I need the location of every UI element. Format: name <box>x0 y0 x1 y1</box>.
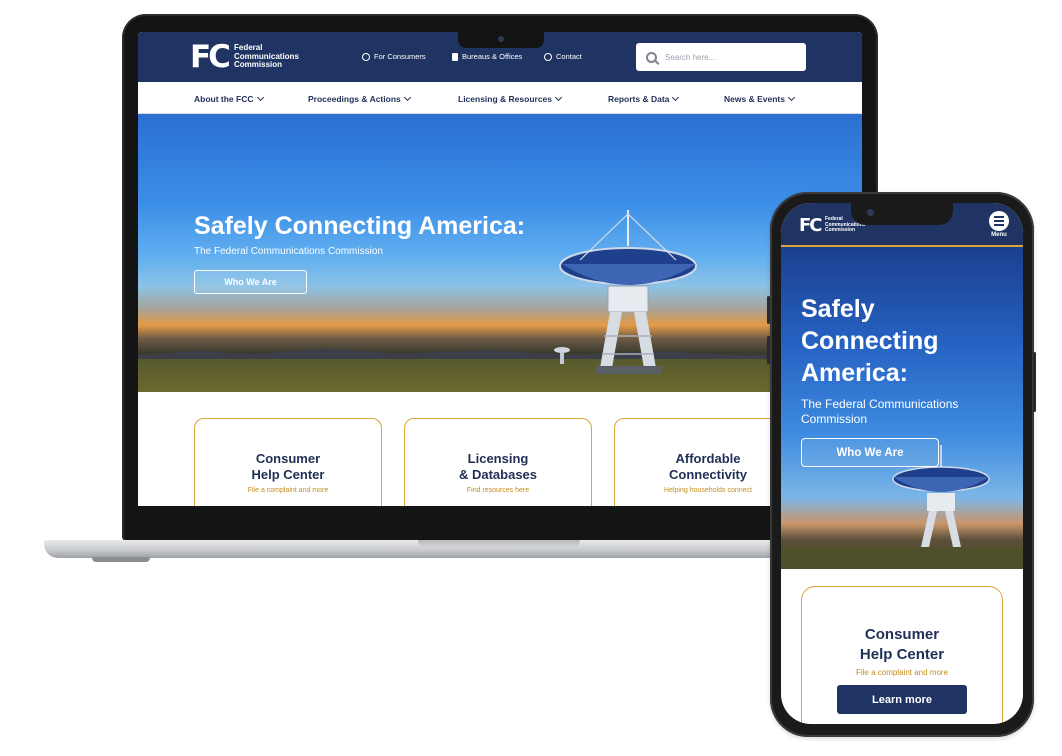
card-title: Help Center <box>251 467 325 482</box>
hero-ground <box>138 359 862 392</box>
search-box[interactable] <box>636 43 806 71</box>
card-title: & Databases <box>458 467 538 482</box>
hero-title-line: Safely <box>801 295 875 323</box>
chevron-down-icon <box>256 93 264 102</box>
util-link-label: Bureaus & Offices <box>462 52 523 61</box>
building-icon <box>452 52 458 61</box>
hero-title-line: America: <box>801 359 908 387</box>
question-circle-icon <box>544 52 552 61</box>
hero-title: Safely Connecting America: <box>194 212 526 240</box>
card-subtitle: File a complaint and more <box>855 668 949 677</box>
nav-item-proceedings[interactable]: Proceedings & Actions <box>308 93 411 104</box>
main-nav: About the FCC Proceedings & Actions Lice… <box>138 82 862 114</box>
chevron-down-icon <box>672 93 680 102</box>
nav-item-news[interactable]: News & Events <box>724 93 795 104</box>
laptop-screen: FC Federal Communications Commission For… <box>138 32 862 506</box>
card-licensing[interactable]: Licensing & Databases Find resources her… <box>404 418 592 506</box>
chevron-down-icon <box>554 93 563 102</box>
menu-label: Menu <box>991 232 1007 238</box>
phone-volume-button <box>767 296 770 324</box>
card-title: Help Center <box>859 646 945 663</box>
learn-more-button[interactable]: Learn more <box>837 685 967 714</box>
util-link-for-consumers[interactable]: For Consumers <box>362 52 426 61</box>
nav-label: About the FCC <box>194 94 254 104</box>
mobile-hero-ground <box>781 547 1023 569</box>
nav-label: Licensing & Resources <box>458 94 553 104</box>
nav-label: Proceedings & Actions <box>308 94 401 104</box>
card-title: Consumer <box>864 626 940 643</box>
chevron-down-icon <box>787 93 795 102</box>
nav-item-about[interactable]: About the FCC <box>194 93 264 104</box>
mobile-hero-banner: Safely Connecting America: The Federal C… <box>781 247 1023 569</box>
hero-banner: Safely Connecting America: The Federal C… <box>138 114 862 392</box>
small-telescope-image <box>554 347 570 364</box>
laptop-opening-notch <box>418 540 580 548</box>
card-title: Consumer <box>255 451 321 466</box>
logo-line: Commission <box>234 60 283 69</box>
phone-screen: FC Federal Communications Commission Men… <box>781 203 1023 724</box>
hero-title-line: Connecting <box>801 327 939 355</box>
radio-telescope-image <box>559 210 697 374</box>
nav-item-reports[interactable]: Reports & Data <box>608 93 680 104</box>
feature-cards: Consumer Help Center File a complaint an… <box>138 392 862 506</box>
mobile-card-consumer-help[interactable]: Consumer Help Center File a complaint an… <box>801 586 1003 724</box>
nav-item-licensing[interactable]: Licensing & Resources <box>458 93 563 104</box>
who-we-are-button[interactable]: Who We Are <box>194 270 307 294</box>
card-title: Licensing <box>467 451 529 466</box>
mobile-menu-button[interactable]: Menu <box>989 211 1009 238</box>
nav-label: News & Events <box>724 94 785 104</box>
util-link-label: Contact <box>556 52 582 61</box>
hero-subtitle: The Federal Communications Commission <box>194 246 383 257</box>
laptop-foot <box>92 557 150 562</box>
location-pin-icon <box>362 52 370 61</box>
mobile-hero-title: Safely Connecting America: <box>801 293 1011 389</box>
phone-notch <box>851 203 953 225</box>
fcc-logo-text[interactable]: Federal Communications Commission <box>234 43 299 70</box>
hamburger-icon <box>989 211 1009 231</box>
mobile-fcc-logo-mark[interactable]: FC <box>799 215 822 236</box>
card-subtitle: File a complaint and more <box>247 487 329 494</box>
util-link-bureaus-offices[interactable]: Bureaus & Offices <box>452 52 522 61</box>
fcc-logo-mark[interactable]: FC <box>190 41 231 73</box>
phone-volume-button <box>767 336 770 364</box>
search-icon <box>646 51 657 63</box>
chevron-down-icon <box>403 93 411 102</box>
nav-label: Reports & Data <box>608 94 670 104</box>
mobile-hero-subtitle: The Federal Communications Commission <box>801 397 959 426</box>
search-input[interactable] <box>665 52 785 62</box>
laptop-camera-notch <box>458 32 544 48</box>
logo-line: Commission <box>825 227 856 233</box>
phone-side-button <box>1033 352 1036 412</box>
mobile-who-we-are-button[interactable]: Who We Are <box>801 438 939 467</box>
util-link-label: For Consumers <box>374 52 426 61</box>
card-consumer-help[interactable]: Consumer Help Center File a complaint an… <box>194 418 382 506</box>
util-link-contact[interactable]: Contact <box>544 52 582 61</box>
card-subtitle: Find resources here <box>466 487 530 494</box>
